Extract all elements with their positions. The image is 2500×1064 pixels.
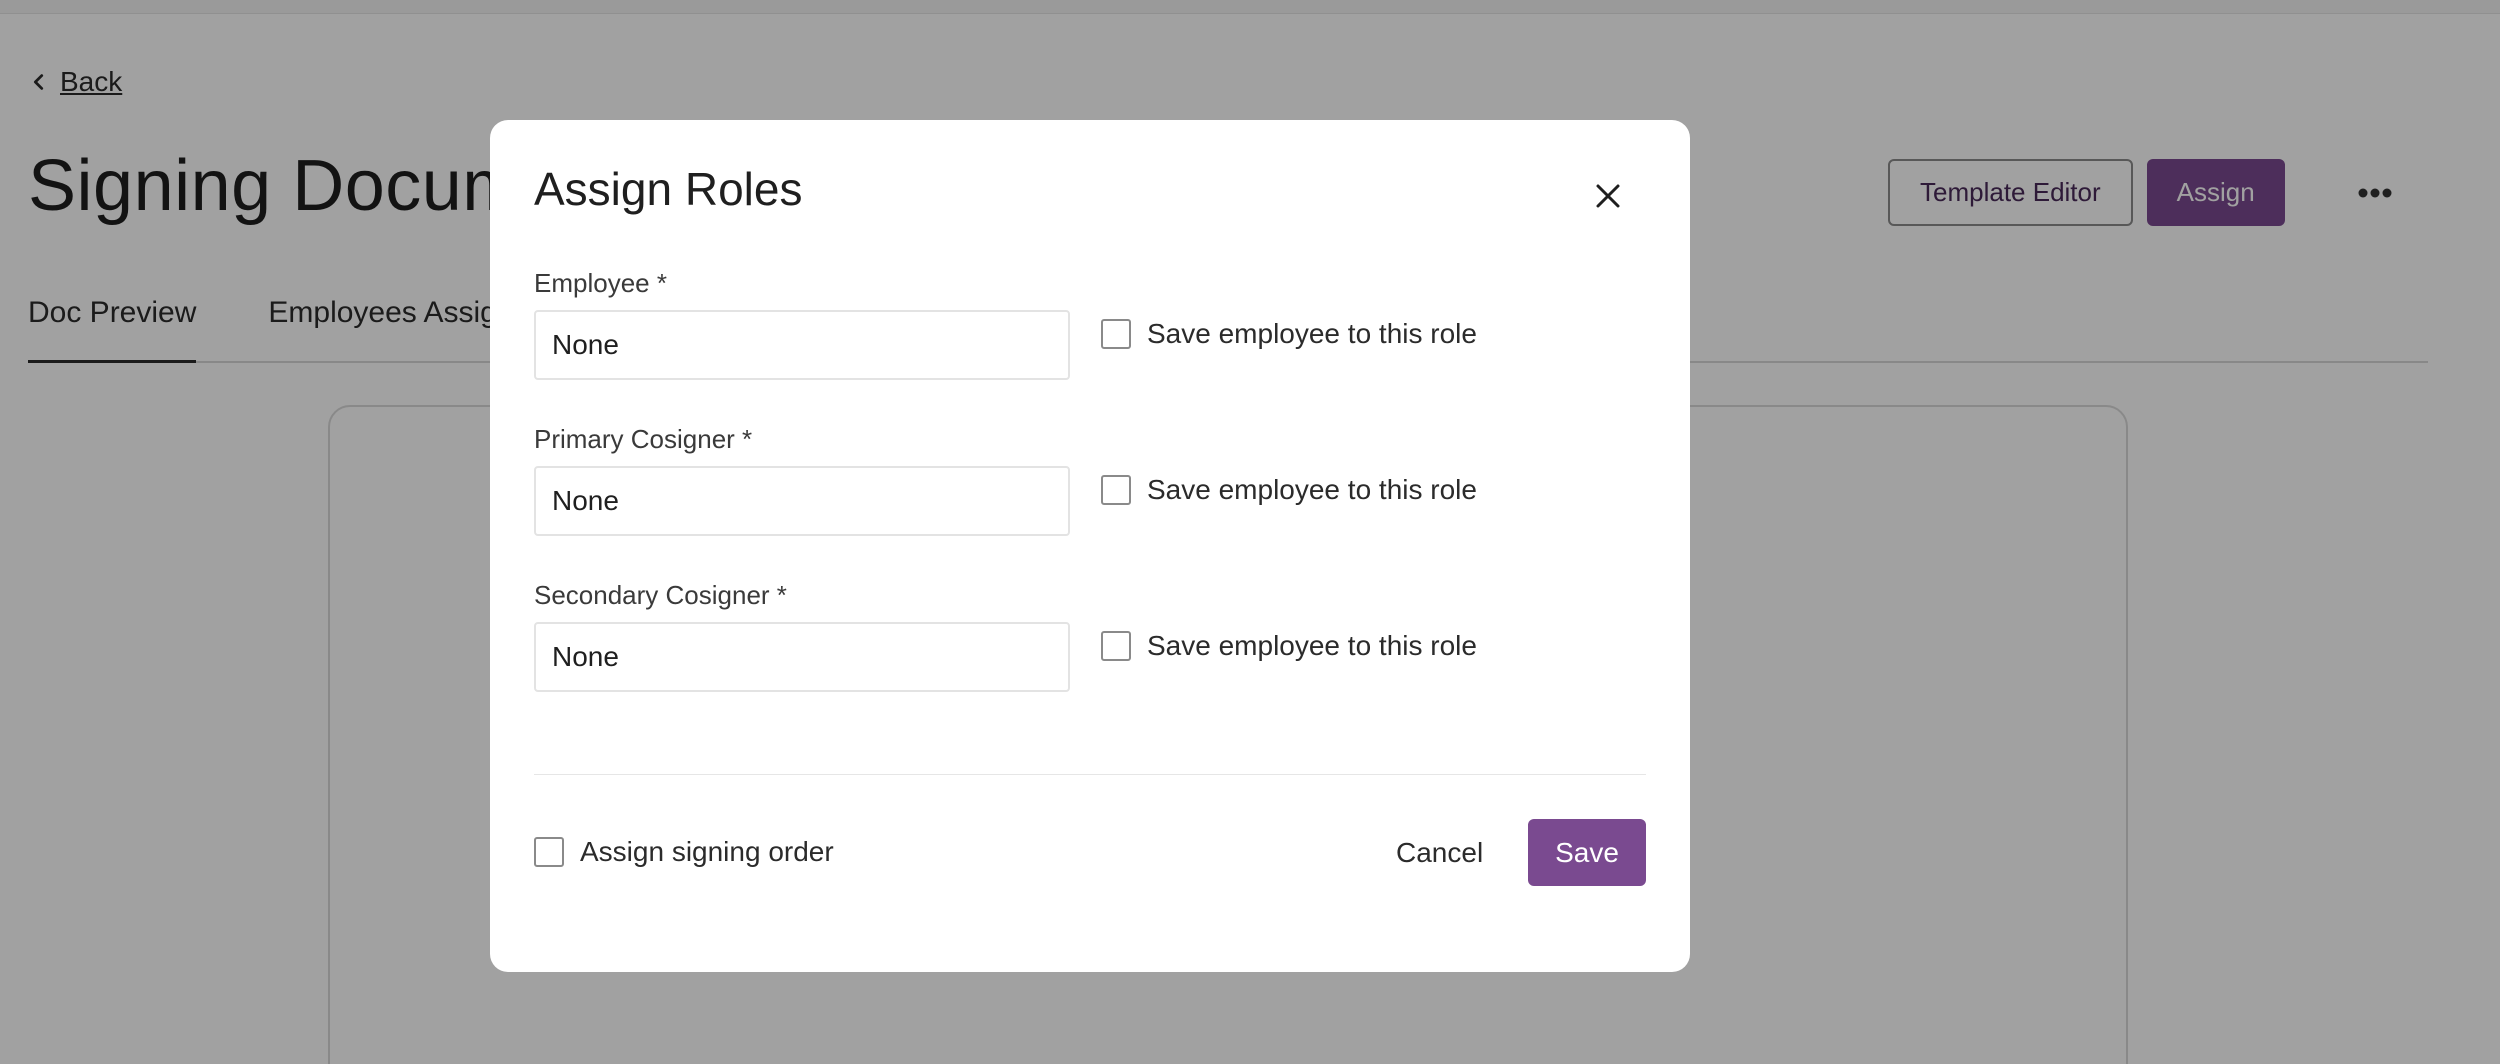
primary-cosigner-save-label: Save employee to this role <box>1147 474 1477 505</box>
primary-cosigner-save-checkbox[interactable] <box>1101 475 1131 505</box>
close-button[interactable] <box>1586 174 1630 218</box>
employee-save-checkbox[interactable] <box>1101 319 1131 349</box>
employee-label: Employee * <box>534 268 667 298</box>
secondary-cosigner-label: Secondary Cosigner * <box>534 580 787 610</box>
secondary-cosigner-save-label: Save employee to this role <box>1147 630 1477 661</box>
close-icon <box>1596 184 1620 208</box>
assign-roles-modal: Assign Roles Employee * None Save employ… <box>490 120 1690 972</box>
save-button[interactable]: Save <box>1528 819 1646 886</box>
secondary-cosigner-save-checkbox[interactable] <box>1101 631 1131 661</box>
modal-divider <box>534 774 1646 775</box>
employee-save-checkbox-row[interactable]: Save employee to this role <box>1101 318 1477 350</box>
secondary-cosigner-role-row: Secondary Cosigner * None Save employee … <box>534 580 1654 692</box>
signing-order-checkbox[interactable] <box>534 837 564 867</box>
employee-role-row: Employee * None Save employee to this ro… <box>534 268 1654 380</box>
cancel-button[interactable]: Cancel <box>1396 820 1483 886</box>
employee-select[interactable]: None <box>534 310 1070 380</box>
secondary-cosigner-save-checkbox-row[interactable]: Save employee to this role <box>1101 630 1477 662</box>
secondary-cosigner-select[interactable]: None <box>534 622 1070 692</box>
employee-save-label: Save employee to this role <box>1147 318 1477 349</box>
primary-cosigner-label: Primary Cosigner * <box>534 424 753 454</box>
signing-order-row[interactable]: Assign signing order <box>534 836 834 868</box>
primary-cosigner-role-row: Primary Cosigner * None Save employee to… <box>534 424 1654 536</box>
signing-order-label: Assign signing order <box>580 836 834 867</box>
modal-title: Assign Roles <box>534 163 803 215</box>
primary-cosigner-save-checkbox-row[interactable]: Save employee to this role <box>1101 474 1477 506</box>
primary-cosigner-select[interactable]: None <box>534 466 1070 536</box>
